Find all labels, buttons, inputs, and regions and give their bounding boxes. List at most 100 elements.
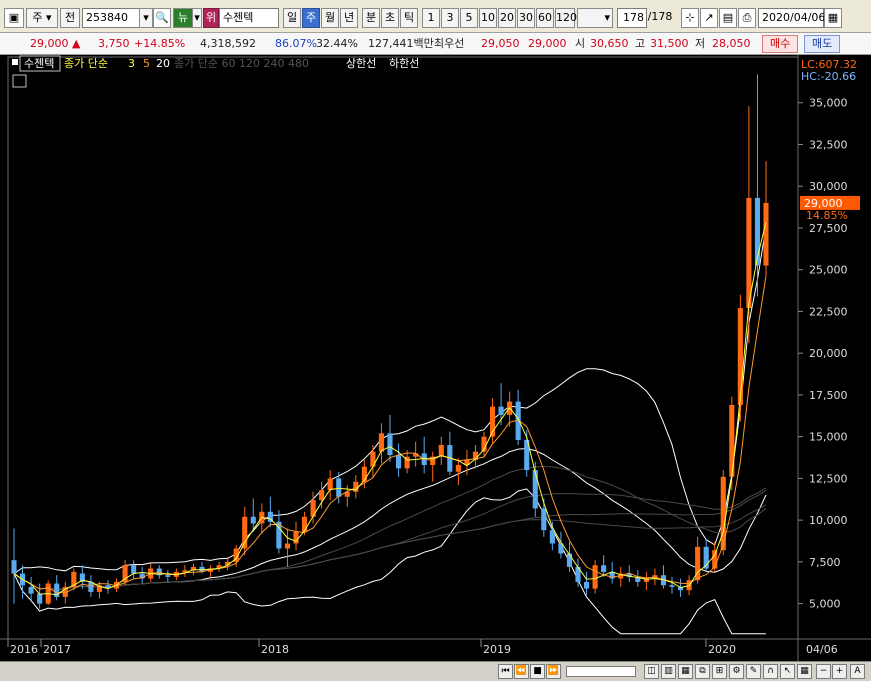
interval-1[interactable]: 1	[422, 8, 440, 28]
x-tick-label: 2020	[708, 643, 736, 656]
stop-icon[interactable]: ■	[530, 664, 545, 679]
time-second[interactable]: 초	[381, 8, 399, 28]
calendar-icon[interactable]: ▦	[824, 8, 842, 28]
candle-body	[532, 470, 538, 509]
candle-body	[498, 406, 504, 415]
legend-ma-3: 3	[128, 57, 135, 70]
legend-lower-limit: 하한선	[389, 56, 419, 70]
up-arrow-icon: ▲	[72, 37, 81, 50]
candle-body	[395, 455, 402, 469]
type-select[interactable]: 주 ▾	[26, 8, 58, 28]
y-tick-label: 27,500	[809, 222, 848, 235]
y-tick-label: 20,000	[809, 347, 848, 360]
zoom-fit-icon[interactable]: ◫	[644, 664, 659, 679]
count-input[interactable]: 178	[617, 8, 647, 28]
legend-long-ma: 종가 단순 60 120 240 480	[174, 57, 309, 70]
indicator-icon[interactable]: ⊞	[712, 664, 727, 679]
scroll-forward-icon[interactable]: ⏩	[546, 664, 561, 679]
interval-20[interactable]: 20	[498, 8, 516, 28]
interval-10[interactable]: 10	[479, 8, 497, 28]
x-tick-label: 04/06	[806, 643, 838, 656]
search-icon[interactable]: 🔍	[153, 8, 171, 28]
candle-body	[566, 553, 573, 567]
candle-body	[370, 451, 376, 467]
compare-icon[interactable]: ⧉	[695, 664, 710, 679]
chart-window-icon[interactable]: ▣	[4, 8, 24, 28]
x-tick-label: 2016	[10, 643, 38, 656]
code-dropdown-icon[interactable]: ▾	[139, 8, 153, 28]
period-day[interactable]: 일	[283, 8, 301, 28]
y-tick-label: 32,500	[809, 138, 848, 151]
y-tick-label: 35,000	[809, 97, 848, 110]
period-month[interactable]: 월	[321, 8, 339, 28]
low-label: 저	[695, 37, 706, 50]
market-dropdown-icon[interactable]: ▾	[192, 8, 202, 28]
save-icon[interactable]: ▤	[719, 8, 737, 28]
period-week[interactable]: 주	[302, 8, 320, 28]
legend-upper-limit: 상한선	[346, 57, 376, 70]
drawing-icon[interactable]: ✎	[746, 664, 761, 679]
best-bid: 29,000	[528, 37, 567, 50]
magnet-icon[interactable]: ∩	[763, 664, 778, 679]
interval-30[interactable]: 30	[517, 8, 535, 28]
market-badge[interactable]: 뉴	[173, 8, 193, 28]
time-tick[interactable]: 틱	[400, 8, 418, 28]
candle-body	[182, 570, 188, 572]
volume: 4,318,592	[200, 37, 256, 50]
trend-tool-icon[interactable]: ↗	[700, 8, 718, 28]
candle-body	[242, 516, 248, 549]
hc-label: HC:-20.66	[801, 70, 856, 83]
price-change: 3,750	[98, 37, 130, 50]
high-label: 고	[635, 37, 646, 50]
legend-stock-tag: 수젠텍	[24, 57, 54, 70]
interval-60[interactable]: 60	[536, 8, 554, 28]
alert-badge: 위	[203, 8, 219, 28]
current-price: 29,000	[30, 37, 69, 50]
layout-icon[interactable]: ▥	[661, 664, 676, 679]
candle-body	[336, 478, 342, 497]
scrollbar[interactable]	[566, 666, 636, 677]
interval-5[interactable]: 5	[460, 8, 478, 28]
y-tick-label: 15,000	[809, 431, 848, 444]
zoom-out-icon[interactable]: −	[816, 664, 831, 679]
buy-button[interactable]: 매수	[762, 35, 799, 53]
candle-body	[37, 593, 43, 604]
legend-ma-20: 20	[156, 57, 170, 70]
prefix-label: 전	[60, 8, 80, 28]
y-tick-label: 5,000	[809, 598, 841, 611]
open-price: 30,650	[590, 37, 629, 50]
candle-body	[301, 516, 308, 532]
font-size-icon[interactable]: A	[850, 664, 865, 679]
interval-3[interactable]: 3	[441, 8, 459, 28]
scroll-back-icon[interactable]: ⏪	[514, 664, 529, 679]
code-input[interactable]: 253840	[82, 8, 140, 28]
date-input[interactable]: 2020/04/06	[758, 8, 825, 28]
y-tick-label: 25,000	[809, 264, 848, 277]
price-chart[interactable]: 수젠텍 종가 단순 3 5 20 종가 단순 60 120 240 480 상한…	[0, 55, 871, 661]
price-change-pct: +14.85%	[134, 37, 186, 50]
bottom-bar: ⏮ ⏪ ■ ⏩ ◫ ▥ ▦ ⧉ ⊞ ⚙ ✎ ∩ ↖ ▦ − + A	[0, 661, 871, 681]
candle-body	[131, 565, 137, 574]
candle-body	[669, 585, 675, 587]
period-year[interactable]: 년	[340, 8, 358, 28]
interval-dropdown-icon[interactable]: ▾	[577, 8, 613, 28]
candle-body	[592, 565, 598, 589]
settings-icon[interactable]: ⚙	[729, 664, 744, 679]
trade-amount: 127,441백만	[368, 37, 434, 50]
candle-body	[763, 202, 769, 266]
scroll-first-icon[interactable]: ⏮	[498, 664, 513, 679]
crosshair-icon[interactable]: ⊹	[681, 8, 699, 28]
legend-ma-5: 5	[143, 57, 150, 70]
sell-button[interactable]: 매도	[804, 35, 841, 53]
grid-icon[interactable]: ▦	[797, 664, 812, 679]
print-icon[interactable]: ⎙	[738, 8, 756, 28]
interval-120[interactable]: 120	[555, 8, 577, 28]
time-minute[interactable]: 분	[362, 8, 380, 28]
candle-body	[387, 433, 393, 456]
candle-body	[549, 530, 555, 544]
chart-area[interactable]: 수젠텍 종가 단순 3 5 20 종가 단순 60 120 240 480 상한…	[0, 55, 871, 661]
split-icon[interactable]: ▦	[678, 664, 693, 679]
zoom-in-icon[interactable]: +	[832, 664, 847, 679]
pointer-icon[interactable]: ↖	[780, 664, 795, 679]
candle-body	[319, 490, 325, 501]
